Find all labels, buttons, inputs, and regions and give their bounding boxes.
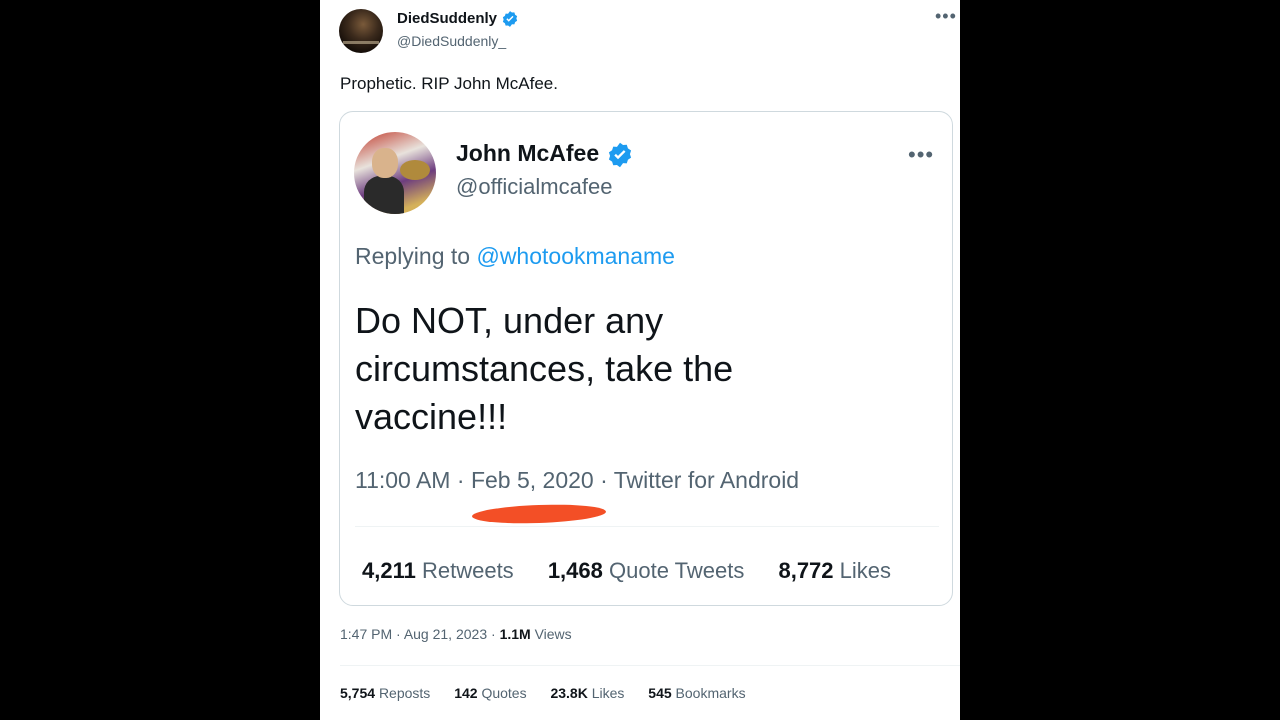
quotes-label: Quotes bbox=[481, 685, 527, 701]
quotes-stat[interactable]: 142 Quotes bbox=[454, 685, 526, 701]
quote-tweets-count: 1,468 bbox=[547, 558, 603, 583]
meta-separator: · bbox=[396, 626, 404, 642]
meta-separator: · bbox=[600, 467, 614, 493]
bookmarks-label: Bookmarks bbox=[675, 685, 746, 701]
reposts-count: 5,754 bbox=[340, 685, 376, 701]
meta-separator: · bbox=[456, 467, 471, 493]
quoted-author-name-text[interactable]: John McAfee bbox=[456, 140, 599, 166]
likes-label: Likes bbox=[839, 558, 892, 583]
reposts-stat[interactable]: 5,754 Reposts bbox=[340, 685, 430, 701]
retweets-count: 4,211 bbox=[362, 558, 416, 583]
outer-tweet-stats: 5,754 Reposts 142 Quotes 23.8K Likes 545… bbox=[340, 685, 766, 701]
replying-to-link[interactable]: @whotookmaname bbox=[476, 243, 675, 269]
card-divider bbox=[355, 526, 939, 527]
meta-separator: · bbox=[491, 626, 500, 642]
outer-likes-count: 23.8K bbox=[550, 685, 588, 701]
outer-tweet-meta: 1:47 PM · Aug 21, 2023 · 1.1M Views bbox=[340, 626, 572, 642]
views-count: 1.1M bbox=[499, 626, 531, 642]
outer-divider bbox=[340, 665, 960, 666]
replying-to-line: Replying to @whotookmaname bbox=[355, 243, 675, 270]
quoted-author-handle[interactable]: @officialmcafee bbox=[456, 174, 612, 200]
outer-author-avatar[interactable] bbox=[339, 9, 383, 53]
likes-stat[interactable]: 8,772 Likes bbox=[778, 558, 891, 583]
quoted-tweet-stats: 4,211 Retweets 1,468 Quote Tweets 8,772 … bbox=[362, 558, 919, 584]
quote-tweets-stat[interactable]: 1,468 Quote Tweets bbox=[548, 558, 745, 583]
quoted-tweet-meta: 11:00 AM · Feb 5, 2020 · Twitter for And… bbox=[355, 467, 799, 494]
views-label: Views bbox=[534, 626, 572, 642]
quoted-author-name[interactable]: John McAfee bbox=[456, 140, 634, 169]
bookmarks-count: 545 bbox=[648, 685, 672, 701]
outer-tweet-time[interactable]: 1:47 PM bbox=[340, 626, 392, 642]
retweets-stat[interactable]: 4,211 Retweets bbox=[362, 558, 514, 583]
outer-tweet-text: Prophetic. RIP John McAfee. bbox=[340, 74, 558, 93]
reposts-label: Reposts bbox=[378, 685, 431, 701]
more-options-icon[interactable]: ••• bbox=[935, 6, 957, 27]
retweets-label: Retweets bbox=[421, 558, 514, 583]
quoted-tweet-text: Do NOT, under any circumstances, take th… bbox=[355, 300, 734, 437]
replying-prefix: Replying to bbox=[355, 243, 471, 269]
outer-tweet-date[interactable]: Aug 21, 2023 bbox=[404, 626, 487, 642]
quoted-more-options-icon[interactable]: ••• bbox=[908, 142, 934, 168]
verified-badge-icon bbox=[606, 141, 634, 169]
likes-count: 8,772 bbox=[778, 558, 834, 583]
quote-tweets-label: Quote Tweets bbox=[609, 558, 745, 583]
outer-author-name-text[interactable]: DiedSuddenly bbox=[397, 10, 497, 27]
bookmarks-stat[interactable]: 545 Bookmarks bbox=[648, 685, 745, 701]
quoted-tweet-time[interactable]: 11:00 AM bbox=[355, 467, 450, 493]
outer-likes-stat[interactable]: 23.8K Likes bbox=[550, 685, 624, 701]
outer-likes-label: Likes bbox=[591, 685, 625, 701]
verified-badge-icon bbox=[501, 10, 519, 28]
quoted-author-avatar[interactable] bbox=[354, 132, 436, 214]
outer-author-name[interactable]: DiedSuddenly bbox=[397, 10, 519, 28]
outer-author-handle[interactable]: @DiedSuddenly_ bbox=[397, 33, 506, 49]
quoted-tweet-client[interactable]: Twitter for Android bbox=[614, 467, 799, 493]
quotes-count: 142 bbox=[454, 685, 478, 701]
quoted-tweet-date[interactable]: Feb 5, 2020 bbox=[471, 467, 594, 493]
